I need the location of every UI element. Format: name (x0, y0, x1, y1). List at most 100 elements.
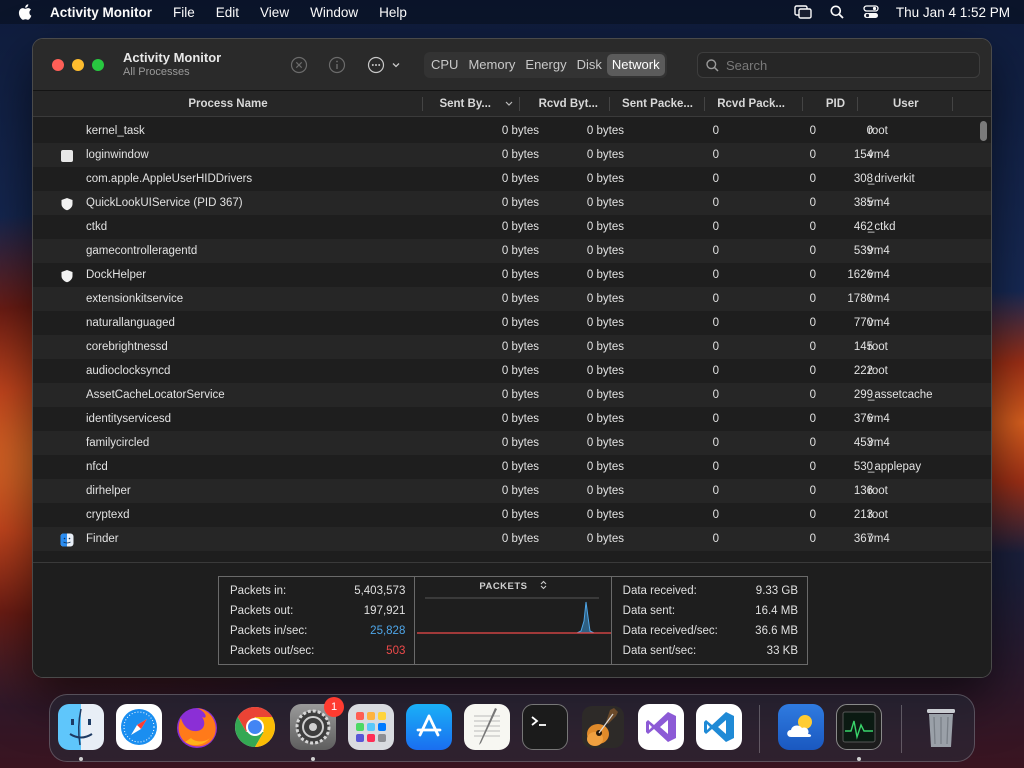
table-row[interactable]: AssetCacheLocatorService 0 bytes 0 bytes 0 0… (33, 383, 991, 407)
search-box[interactable] (697, 52, 980, 78)
stat-value: 5,403,573 (354, 585, 406, 597)
spotlight-search-icon[interactable] (828, 5, 846, 19)
cell-sent-packets: 0 (712, 509, 719, 521)
cell-user: vm4 (868, 437, 890, 449)
cell-rcvd-bytes: 0 bytes (586, 461, 624, 473)
search-input[interactable] (726, 57, 966, 73)
apple-menu-icon[interactable] (18, 4, 32, 20)
dock-app-store-icon[interactable] (406, 704, 452, 750)
table-scrollbar-thumb[interactable] (980, 121, 987, 141)
more-actions-button[interactable] (367, 55, 403, 75)
cell-rcvd-bytes: 0 bytes (586, 341, 624, 353)
tab-memory[interactable]: Memory (463, 54, 520, 76)
dock-finder-icon[interactable] (58, 704, 104, 750)
column-header-sent-bytes[interactable]: Sent By... (423, 91, 520, 117)
dock: 1 (49, 694, 975, 762)
cell-user: root (868, 509, 888, 521)
menu-help[interactable]: Help (379, 5, 407, 20)
packets-graph-title[interactable]: PACKETS (415, 580, 610, 592)
dock-vscode-icon[interactable] (696, 704, 742, 750)
inspect-process-button[interactable] (327, 55, 347, 75)
cell-process-name: dirhelper (86, 485, 131, 497)
menu-view[interactable]: View (260, 5, 289, 20)
table-row[interactable]: com.apple.AppleUserHIDDrivers 0 bytes 0 by… (33, 167, 991, 191)
dock-weather-icon[interactable] (778, 704, 824, 750)
cell-sent-packets: 0 (712, 317, 719, 329)
table-row[interactable]: DockHelper 0 bytes 0 bytes 0 0 1626 vm4 (33, 263, 991, 287)
cell-rcvd-packets: 0 (809, 221, 816, 233)
menu-edit[interactable]: Edit (216, 5, 239, 20)
column-header-user[interactable]: User (858, 91, 953, 117)
dock-launchpad-icon[interactable] (348, 704, 394, 750)
window-subtitle[interactable]: All Processes (123, 66, 221, 78)
cell-rcvd-packets: 0 (809, 413, 816, 425)
stat-value: 16.4 MB (755, 605, 798, 617)
cell-user: root (868, 485, 888, 497)
menu-window[interactable]: Window (310, 5, 358, 20)
dock-system-settings-icon[interactable]: 1 (290, 697, 344, 750)
packets-graph-plot (417, 597, 612, 634)
cell-rcvd-bytes: 0 bytes (586, 509, 624, 521)
packets-graph: PACKETS (414, 577, 612, 664)
dock-firefox-icon[interactable] (174, 704, 220, 750)
table-row[interactable]: cryptexd 0 bytes 0 bytes 0 0 213 root (33, 503, 991, 527)
stat-value: 33 KB (766, 645, 798, 657)
dock-garageband-icon[interactable] (580, 704, 626, 750)
table-row[interactable]: dirhelper 0 bytes 0 bytes 0 0 136 root (33, 479, 991, 503)
menu-bar-clock[interactable]: Thu Jan 4 1:52 PM (896, 5, 1010, 20)
close-window-button[interactable] (52, 59, 64, 71)
table-row[interactable]: QuickLookUIService (PID 367) 0 bytes 0 byt… (33, 191, 991, 215)
cell-rcvd-bytes: 0 bytes (586, 149, 624, 161)
table-row[interactable]: gamecontrolleragentd 0 bytes 0 bytes 0 0 539 v… (33, 239, 991, 263)
table-row[interactable]: audioclocksyncd 0 bytes 0 bytes 0 0 222 root (33, 359, 991, 383)
table-row[interactable]: kernel_task 0 bytes 0 bytes 0 0 0 root (33, 119, 991, 143)
tab-disk[interactable]: Disk (572, 54, 607, 76)
tab-network[interactable]: Network (606, 54, 665, 76)
cell-process-name: gamecontrolleragentd (86, 245, 198, 257)
dock-safari-icon[interactable] (116, 704, 162, 750)
cell-sent-bytes: 0 bytes (501, 125, 539, 137)
cell-sent-packets: 0 (712, 245, 719, 257)
column-header-user-label: User (893, 98, 919, 110)
table-row[interactable]: familycircled 0 bytes 0 bytes 0 0 453 vm4 (33, 431, 991, 455)
dock-activity-monitor-icon[interactable] (836, 704, 882, 750)
table-row[interactable]: Finder 0 bytes 0 bytes 0 0 367 vm4 (33, 527, 991, 551)
cell-sent-bytes: 0 bytes (501, 221, 539, 233)
control-center-icon[interactable] (862, 5, 880, 19)
table-row[interactable]: naturallanguaged 0 bytes 0 bytes 0 0 770 vm4 (33, 311, 991, 335)
dock-visual-studio-icon[interactable] (638, 704, 684, 750)
column-header-process-name[interactable]: Process Name (33, 91, 423, 117)
column-header-rcvd-packets[interactable]: Rcvd Pack... (705, 91, 803, 117)
column-header-sent-packets[interactable]: Sent Packe... (610, 91, 705, 117)
minimize-window-button[interactable] (72, 59, 84, 71)
table-row[interactable]: identityservicesd 0 bytes 0 bytes 0 0 376 vm4 (33, 407, 991, 431)
column-header-sent-bytes-label: Sent By... (439, 98, 491, 110)
tab-energy[interactable]: Energy (520, 54, 571, 76)
menu-file[interactable]: File (173, 5, 195, 20)
packets-in-series (425, 601, 612, 634)
zoom-window-button[interactable] (92, 59, 104, 71)
cell-process-name: identityservicesd (86, 413, 172, 425)
dock-separator (901, 705, 902, 753)
stop-process-button[interactable] (289, 55, 309, 75)
table-row[interactable]: loginwindow 0 bytes 0 bytes 0 0 154 vm4 (33, 143, 991, 167)
menu-app-name[interactable]: Activity Monitor (50, 5, 152, 20)
table-row[interactable]: extensionkitservice 0 bytes 0 bytes 0 0 1780 v… (33, 287, 991, 311)
column-header-pid[interactable]: PID (803, 91, 858, 117)
cell-user: root (868, 125, 888, 137)
dock-terminal-icon[interactable] (522, 704, 568, 750)
table-row[interactable]: ctkd 0 bytes 0 bytes 0 0 462 _ctkd (33, 215, 991, 239)
cell-process-name: kernel_task (86, 125, 145, 137)
column-header-rcvd-bytes[interactable]: Rcvd Byt... (520, 91, 610, 117)
dock-textedit-icon[interactable] (464, 704, 510, 750)
table-row[interactable]: nfcd 0 bytes 0 bytes 0 0 530 _applepay (33, 455, 991, 479)
screen-mirroring-icon[interactable] (794, 5, 812, 19)
tab-cpu[interactable]: CPU (426, 54, 463, 76)
stat-value: 503 (386, 645, 406, 657)
table-row[interactable]: corebrightnessd 0 bytes 0 bytes 0 0 145 root (33, 335, 991, 359)
cell-user: vm4 (868, 149, 890, 161)
cell-user: _assetcache (868, 389, 933, 401)
dock-trash-icon[interactable] (918, 704, 964, 750)
dock-chrome-icon[interactable] (232, 704, 278, 750)
stat-label: Data sent: (622, 605, 676, 617)
